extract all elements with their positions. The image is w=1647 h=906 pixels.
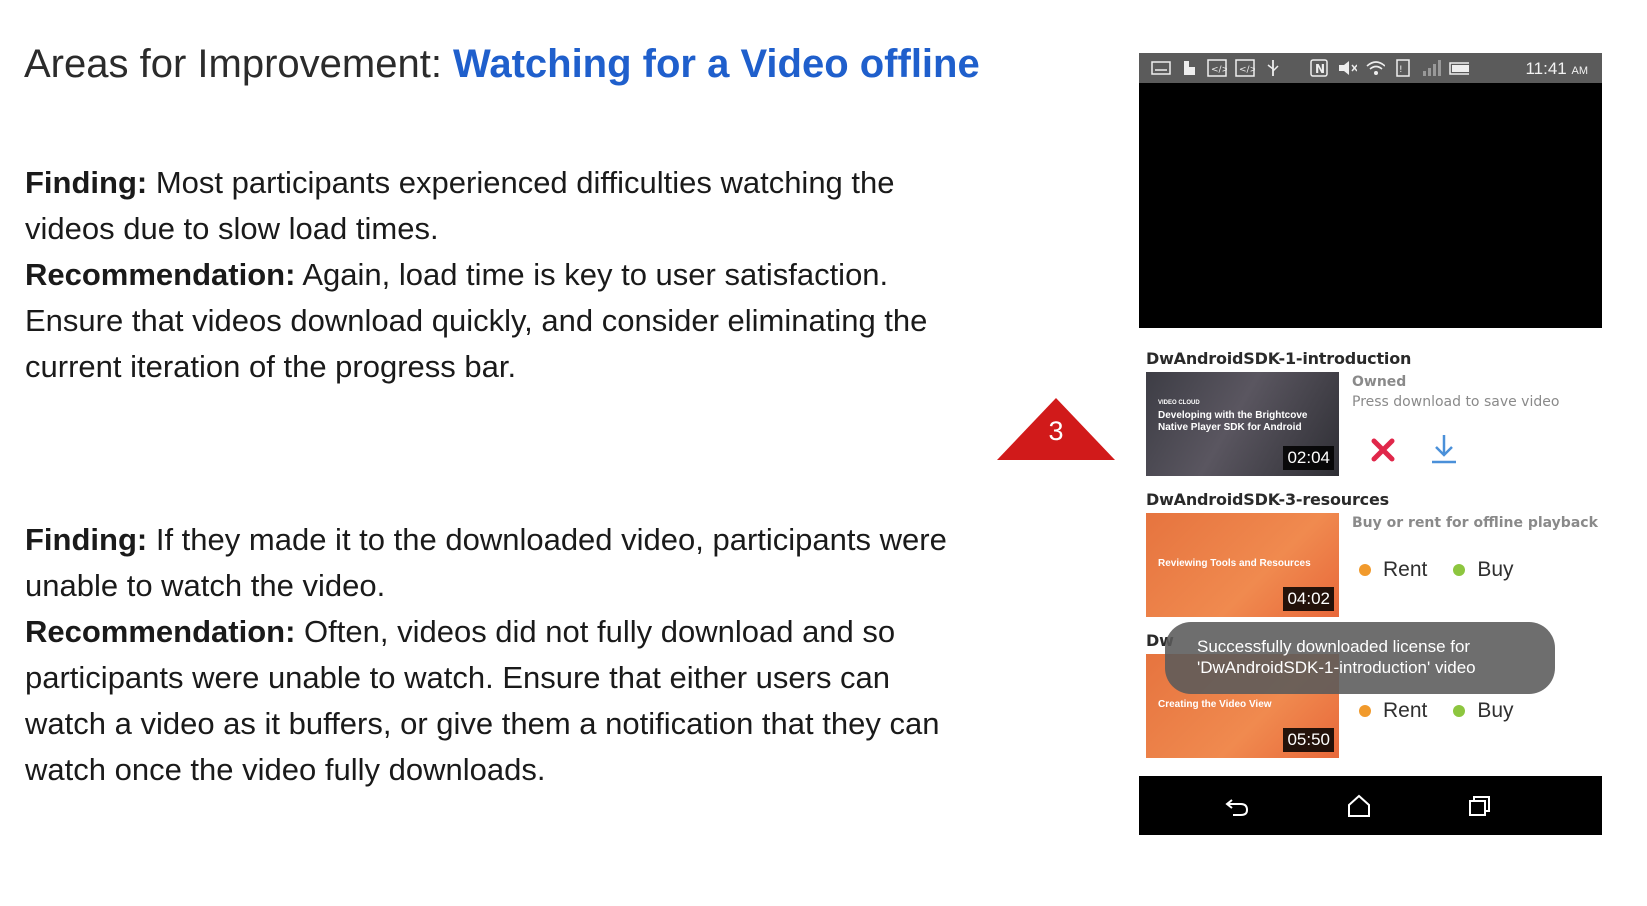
nfc-icon: N [1309,59,1329,77]
rent-buy-options: Rent Buy [1359,699,1514,723]
rent-radio[interactable] [1359,705,1371,717]
owned-label: Owned [1352,374,1407,390]
mute-icon [1337,59,1357,77]
usb-icon [1263,59,1283,77]
video-thumbnail[interactable]: Reviewing Tools and Resources 04:02 [1146,513,1339,617]
slide-title: Areas for Improvement: Watching for a Vi… [24,42,980,87]
delete-icon[interactable] [1365,432,1401,468]
finding-block-1: Finding: Most participants experienced d… [25,160,975,390]
svg-text:</>: </> [1239,65,1255,75]
buy-radio[interactable] [1453,564,1466,576]
toast-line-1: Successfully downloaded license for [1197,637,1471,656]
rent-buy-options: Rent Buy [1359,558,1514,582]
clock-time: 11:41 [1525,59,1567,78]
buy-label[interactable]: Buy [1477,699,1513,723]
offline-hint: Buy or rent for offline playback [1352,515,1598,531]
recents-icon[interactable] [1466,792,1494,820]
clock-ampm: AM [1571,65,1589,77]
buy-radio[interactable] [1453,705,1466,717]
notification-icon [1179,59,1199,77]
video-thumbnail[interactable]: VIDEO CLOUD Developing with the Brightco… [1146,372,1339,476]
battery-icon [1449,59,1469,77]
status-spacer [1291,59,1301,77]
finding-label: Finding: [25,165,148,200]
keyboard-icon [1151,59,1171,77]
finding-label: Finding: [25,522,148,557]
title-accent: Watching for a Video offline [453,42,980,86]
video-meta: Owned Press download to save video [1352,372,1559,412]
toast-notification: Successfully downloaded license for 'DwA… [1165,622,1555,694]
rent-radio[interactable] [1359,564,1371,576]
thumb-caption: Reviewing Tools and Resources [1158,558,1311,569]
thumb-caption: Creating the Video View [1158,699,1272,710]
finding-block-2: Finding: If they made it to the download… [25,517,975,793]
sim-icon: ! [1393,59,1413,77]
svg-text:N: N [1315,62,1325,76]
video-title: DwAndroidSDK-3-resources [1146,490,1389,509]
video-duration: 02:04 [1283,446,1334,470]
video-player[interactable] [1139,83,1602,328]
wifi-icon [1365,59,1385,77]
svg-text:</>: </> [1211,65,1227,75]
buy-label[interactable]: Buy [1477,558,1513,582]
status-clock: 11:41 AM [1525,59,1588,79]
navigation-bar [1139,776,1602,835]
thumb-brand: VIDEO CLOUD [1158,400,1200,406]
status-bar: </> </> N ! 11:41 AM [1139,53,1602,83]
video-title: DwAndroidSDK-1-introduction [1146,349,1412,368]
back-icon[interactable] [1223,792,1251,820]
toast-line-2: 'DwAndroidSDK-1-introduction' video [1197,658,1476,677]
recommendation-label: Recommendation: [25,614,296,649]
recommendation-label: Recommendation: [25,257,296,292]
code-icon: </> [1235,59,1255,77]
finding-text: If they made it to the downloaded video,… [25,522,947,603]
home-icon[interactable] [1345,792,1373,820]
svg-text:!: ! [1399,65,1403,75]
title-prefix: Areas for Improvement: [24,42,454,86]
step-marker: 3 [997,398,1115,460]
video-meta: Buy or rent for offline playback [1352,513,1598,533]
phone-screenshot: </> </> N ! 11:41 AM DwAndroidSDK-1-intr… [1139,53,1602,835]
finding-text: Most participants experienced difficulti… [25,165,895,246]
thumb-caption: Developing with the Brightcove Native Pl… [1158,410,1308,433]
download-hint: Press download to save video [1352,394,1560,410]
step-number: 3 [1048,416,1064,446]
download-icon[interactable] [1426,431,1462,467]
signal-icon [1421,59,1441,77]
rent-label[interactable]: Rent [1383,699,1427,723]
code-icon: </> [1207,59,1227,77]
rent-label[interactable]: Rent [1383,558,1427,582]
video-duration: 05:50 [1283,728,1334,752]
video-duration: 04:02 [1283,587,1334,611]
